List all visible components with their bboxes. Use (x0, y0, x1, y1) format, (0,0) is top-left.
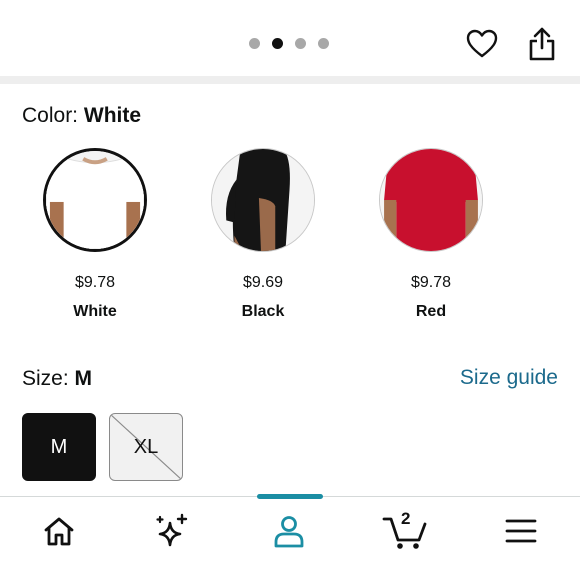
top-bar (0, 0, 580, 76)
size-label: Size: (22, 367, 69, 390)
home-icon[interactable] (39, 511, 79, 551)
color-price: $9.78 (74, 274, 116, 291)
color-option-red[interactable]: $9.78 Red (379, 148, 483, 321)
shirt-thumbnail (43, 148, 147, 252)
selected-size: M (74, 367, 93, 390)
color-option-white[interactable]: $9.78 White (43, 148, 147, 321)
color-name: Red (415, 303, 447, 320)
color-name: White (73, 303, 117, 320)
selected-color: White (83, 104, 142, 127)
size-option-m[interactable]: M (22, 413, 96, 481)
carousel-dot[interactable] (318, 38, 329, 49)
carousel-dot[interactable] (295, 38, 306, 49)
color-heading: Color: White (22, 104, 141, 128)
cart-count-badge: 2 (401, 509, 411, 528)
size-option-xl-unavailable[interactable]: XL (109, 413, 183, 481)
color-option-black[interactable]: $9.69 Black (211, 148, 315, 321)
active-tab-indicator (257, 494, 323, 499)
size-guide-link[interactable]: Size guide (460, 366, 558, 390)
carousel-dot[interactable] (249, 38, 260, 49)
heart-icon[interactable] (466, 28, 498, 60)
share-icon[interactable] (526, 26, 558, 62)
color-price: $9.78 (410, 274, 452, 291)
carousel-dot-active[interactable] (272, 38, 283, 49)
shirt-thumbnail (211, 148, 315, 252)
bottom-navigation-bar: 2 (0, 494, 580, 580)
color-name: Black (241, 303, 285, 320)
menu-icon[interactable] (501, 511, 541, 551)
size-option-label: XL (133, 435, 159, 458)
cart-icon[interactable]: 2 (381, 507, 429, 551)
color-label: Color: (22, 104, 79, 127)
section-divider (0, 76, 580, 84)
size-heading: Size: M (22, 367, 92, 391)
image-carousel-dots (249, 38, 329, 49)
color-price: $9.69 (242, 274, 284, 291)
sparkle-icon[interactable] (152, 511, 192, 551)
shirt-thumbnail (379, 148, 483, 252)
account-icon[interactable] (269, 511, 309, 551)
size-option-label: M (50, 435, 68, 458)
